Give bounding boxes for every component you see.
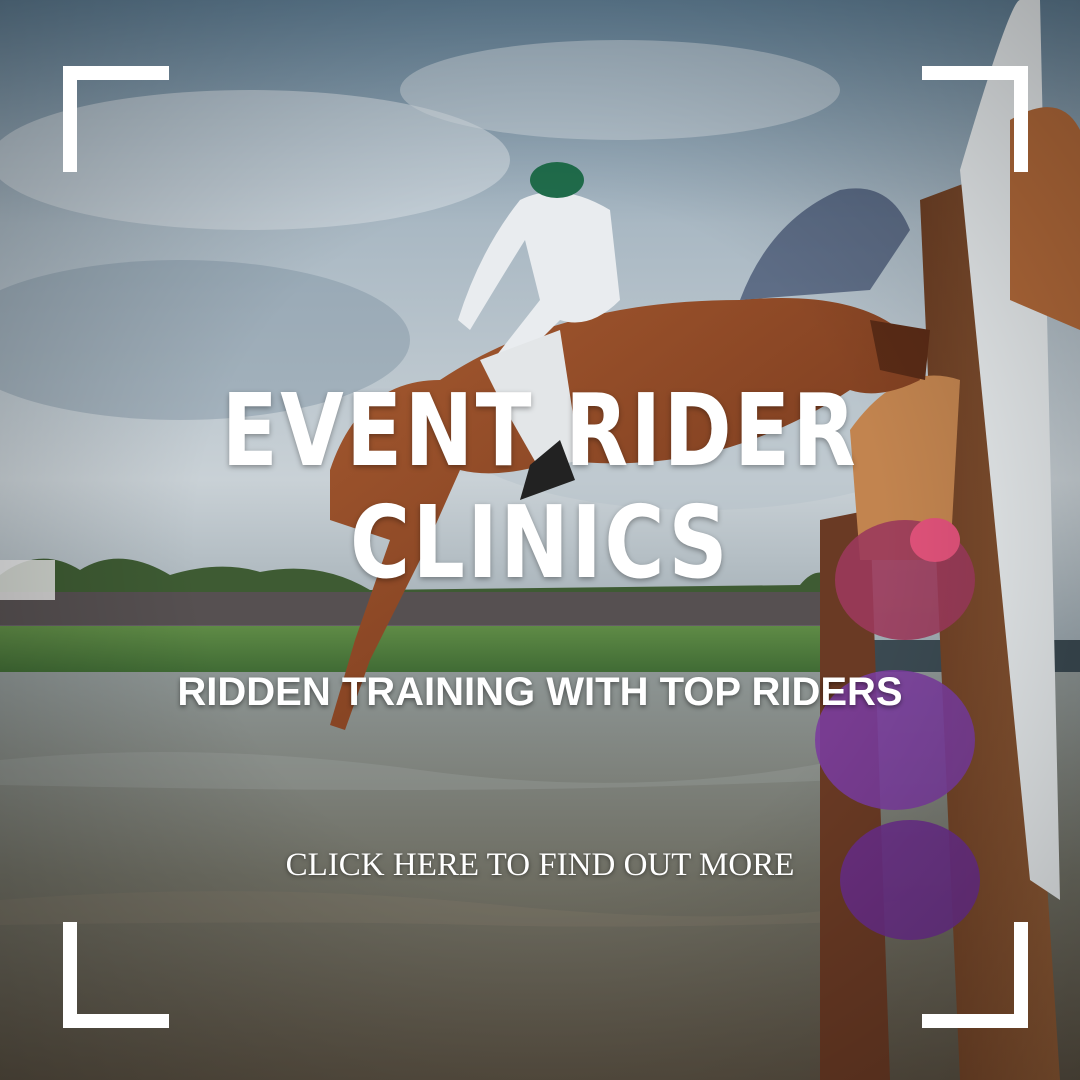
corner-bracket-icon	[922, 66, 1028, 172]
subtitle: RIDDEN TRAINING WITH TOP RIDERS	[177, 670, 903, 714]
title-line-1: EVENT RIDER	[221, 372, 859, 489]
title-line-2: CLINICS	[349, 484, 731, 601]
corner-bracket-icon	[63, 66, 169, 172]
find-out-more-link[interactable]: CLICK HERE TO FIND OUT MORE	[0, 845, 1080, 885]
page-title: EVENT RIDER CLINICS	[97, 375, 983, 599]
corner-bracket-icon	[922, 922, 1028, 1028]
corner-bracket-icon	[63, 922, 169, 1028]
